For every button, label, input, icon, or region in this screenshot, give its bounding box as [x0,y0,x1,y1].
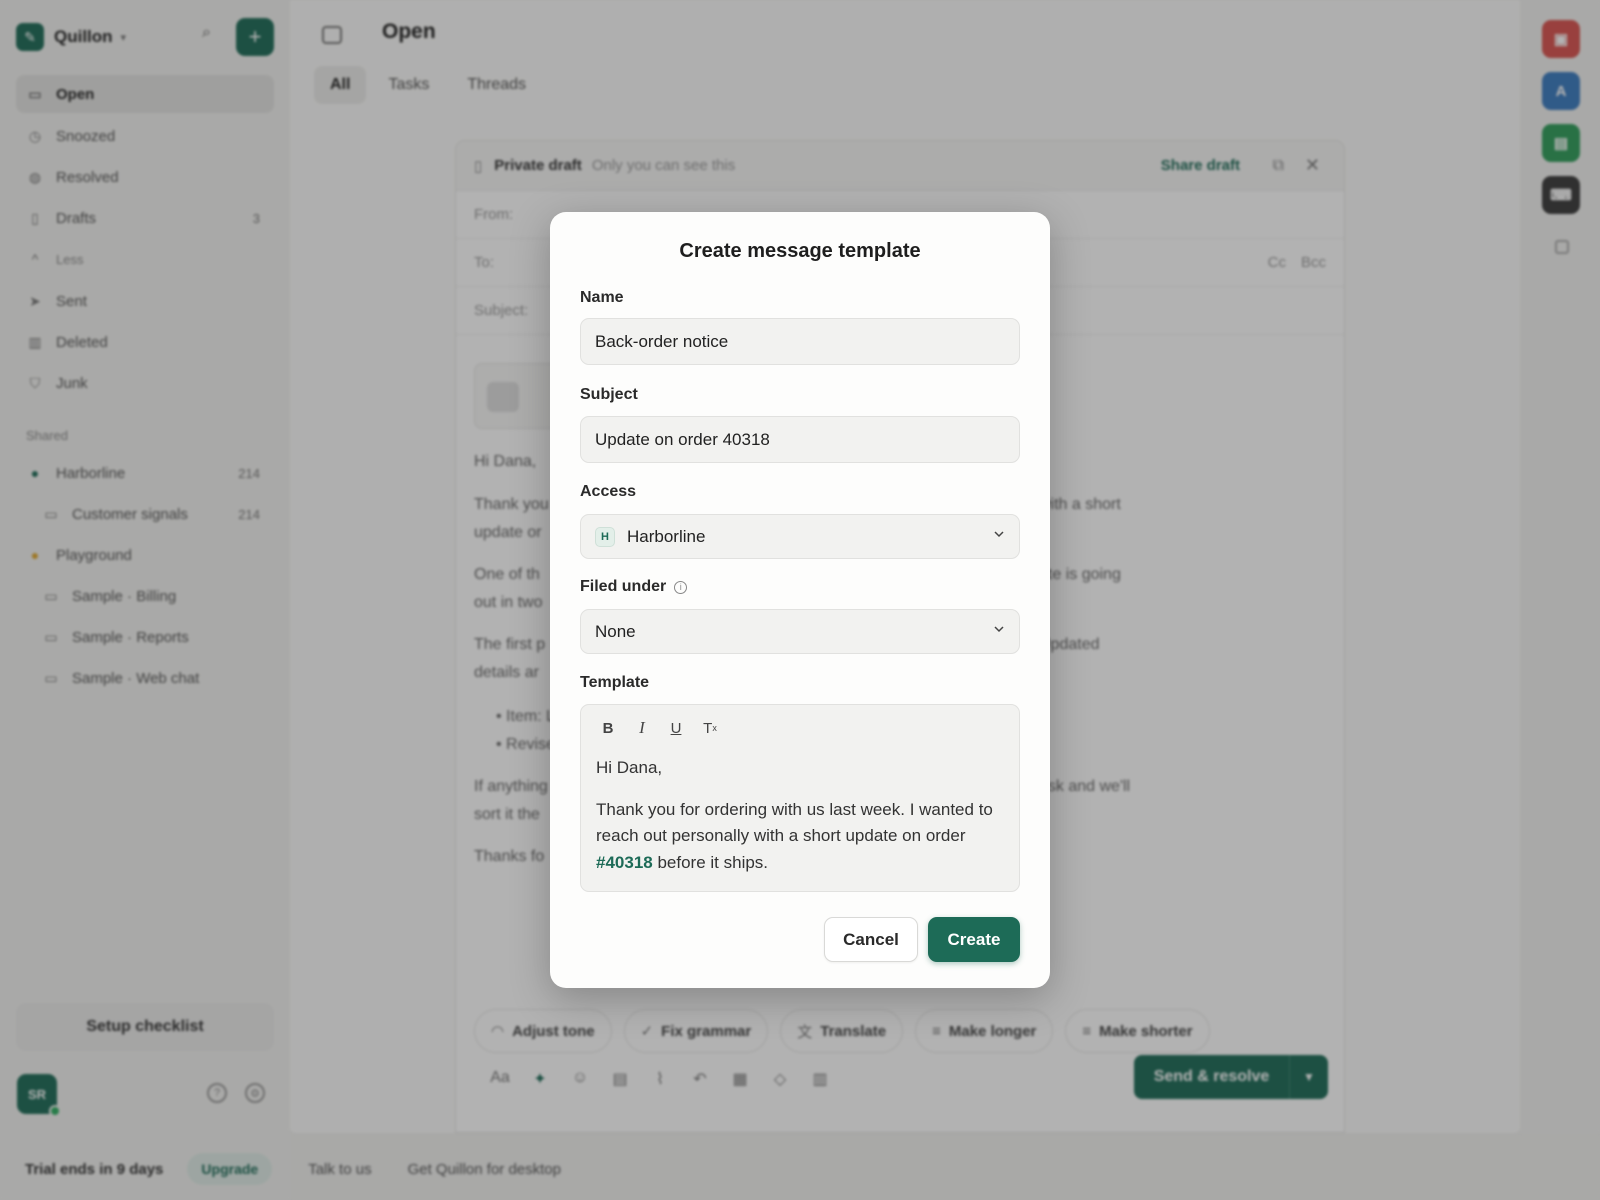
template-body[interactable]: Hi Dana, Thank you for ordering with us … [596,755,1011,891]
subject-label: Subject [580,386,638,403]
editor-toolbar: B I U Tx [591,717,727,739]
create-template-dialog: Create message template Name Subject Acc… [550,212,1050,988]
chevron-down-icon [994,531,1004,538]
template-label: Template [580,674,650,691]
template-greeting: Hi Dana, [596,758,663,777]
access-value: Harborline [627,526,706,546]
order-tag[interactable]: #40318 [596,853,653,872]
access-select[interactable]: H Harborline [580,514,1020,559]
filed-under-value: None [595,621,636,641]
filed-under-label: Filed under i [580,578,688,596]
team-badge: H [595,526,615,547]
name-label: Name [580,289,624,306]
create-button[interactable]: Create [928,917,1020,962]
cancel-button[interactable]: Cancel [824,917,918,962]
template-editor[interactable]: B I U Tx Hi Dana, Thank you for ordering… [580,704,1020,892]
underline-icon[interactable]: U [659,717,693,739]
filed-under-select[interactable]: None [580,609,1020,654]
template-paragraph: Thank you for ordering with us last week… [596,799,993,872]
clear-format-icon[interactable]: Tx [693,717,727,739]
info-icon[interactable]: i [674,580,688,594]
italic-icon[interactable]: I [625,717,659,739]
template-name-input[interactable] [580,318,1020,365]
chevron-down-icon [994,626,1004,633]
template-subject-input[interactable] [580,416,1020,463]
bold-icon[interactable]: B [591,717,625,739]
dialog-title: Create message template [679,240,921,262]
access-label: Access [580,483,637,500]
